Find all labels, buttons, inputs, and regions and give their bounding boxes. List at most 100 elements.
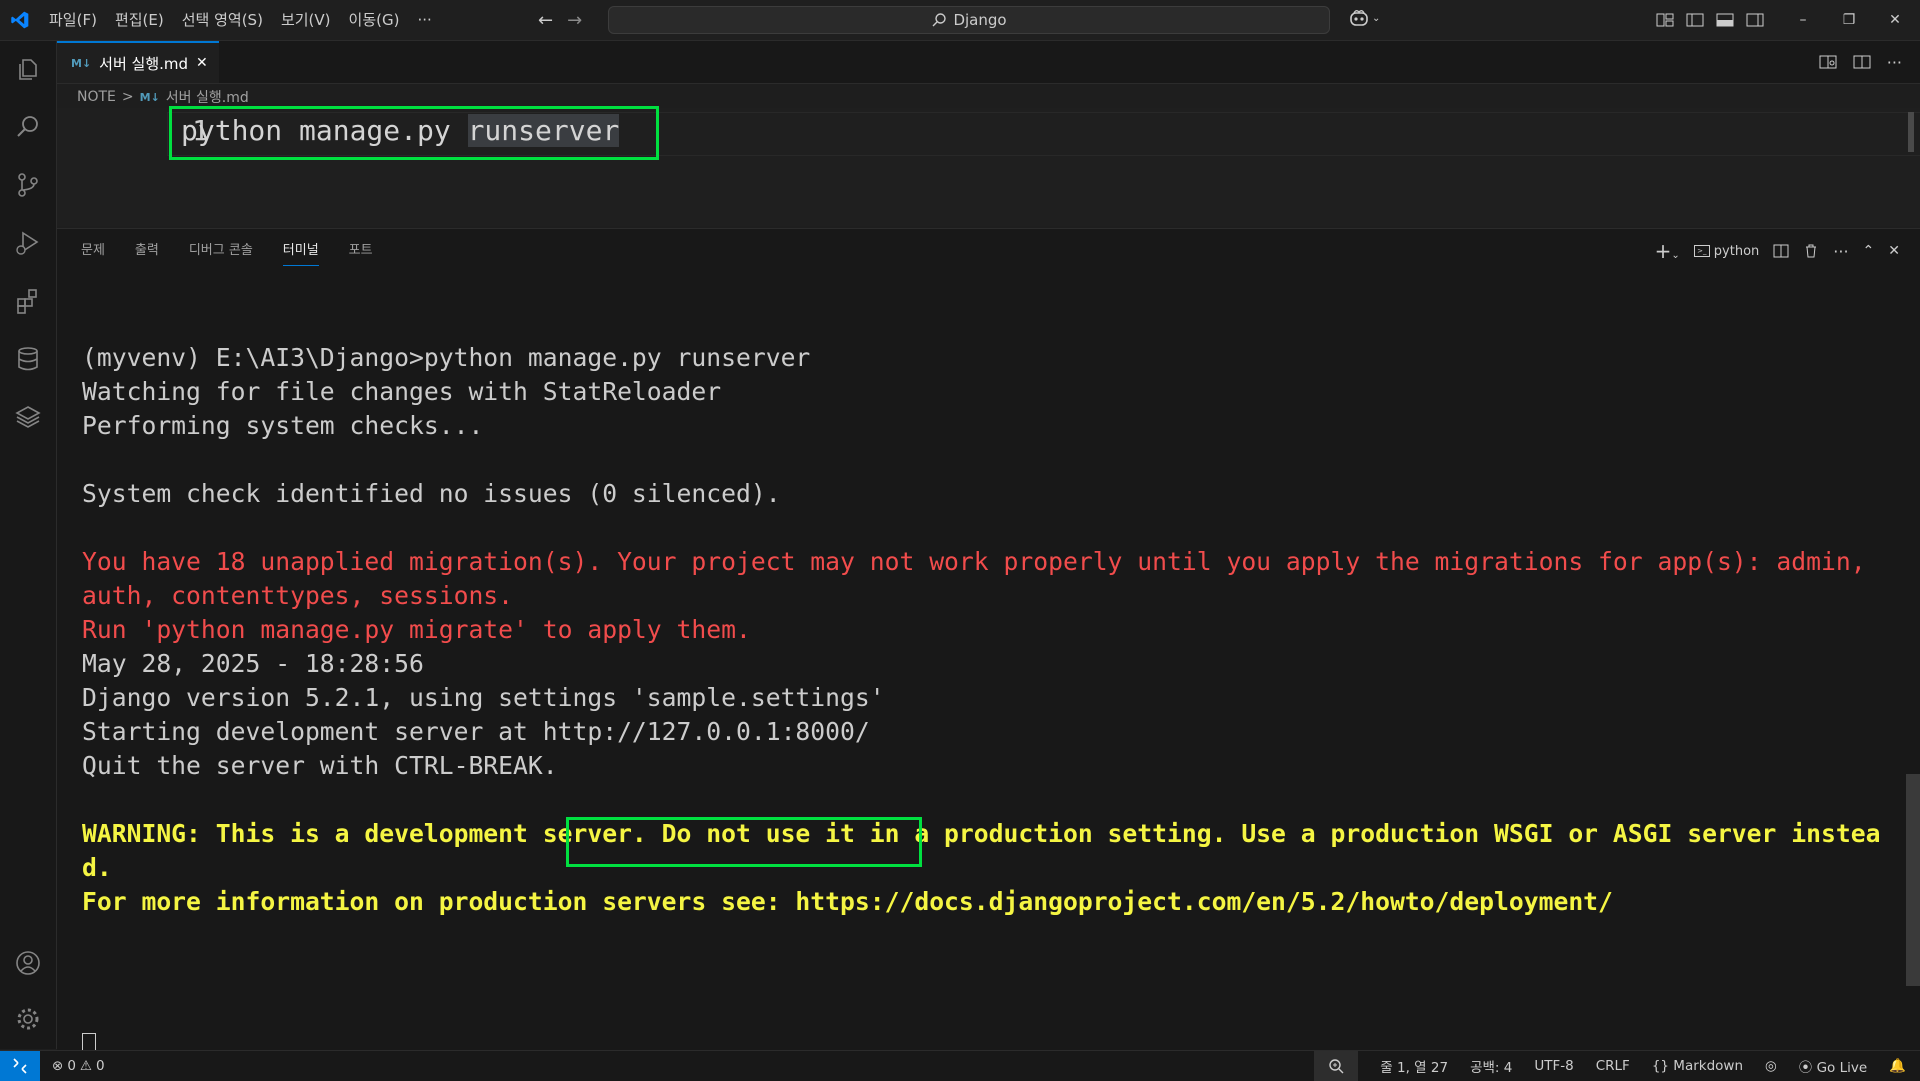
terminal-line-warning: You have 18 unapplied migration(s). Your… bbox=[82, 547, 1866, 576]
terminal-line-warning-bold: WARNING: This is a development server. D… bbox=[82, 819, 1881, 848]
tab-problems[interactable]: 문제 bbox=[81, 237, 105, 265]
menu-selection[interactable]: 선택 영역(S) bbox=[173, 0, 272, 40]
editor-actions: ··· bbox=[1819, 41, 1902, 83]
toggle-panel-icon[interactable] bbox=[1716, 12, 1734, 28]
more-actions-icon[interactable]: ··· bbox=[1833, 242, 1848, 261]
indentation[interactable]: 공백: 4 bbox=[1470, 1056, 1512, 1076]
terminal-line-warning-bold: For more information on production serve… bbox=[82, 887, 1613, 916]
editor-scrollbar[interactable] bbox=[1908, 112, 1914, 152]
run-debug-icon[interactable] bbox=[0, 215, 56, 271]
source-control-icon[interactable] bbox=[0, 157, 56, 213]
tab-output[interactable]: 출력 bbox=[135, 237, 159, 265]
terminal-output[interactable]: (myvenv) E:\AI3\Django>python manage.py … bbox=[82, 341, 1920, 1065]
terminal-line-warning: Run 'python manage.py migrate' to apply … bbox=[82, 615, 751, 644]
warning-icon: ⚠ bbox=[79, 1058, 93, 1074]
chevron-down-icon: ⌄ bbox=[1372, 12, 1381, 24]
problems-indicator[interactable]: ⊗ 0 ⚠ 0 bbox=[40, 1058, 105, 1074]
zoom-button[interactable] bbox=[1314, 1051, 1359, 1081]
extensions-icon[interactable] bbox=[0, 273, 56, 329]
title-bar: 파일(F) 편집(E) 선택 영역(S) 보기(V) 이동(G) ··· ← →… bbox=[0, 0, 1920, 41]
menu-view[interactable]: 보기(V) bbox=[272, 0, 340, 40]
go-live-label: Go Live bbox=[1816, 1060, 1868, 1076]
menu-go[interactable]: 이동(G) bbox=[340, 0, 409, 40]
language-label: Markdown bbox=[1673, 1058, 1744, 1074]
close-window-button[interactable]: ✕ bbox=[1872, 12, 1918, 28]
copilot-button[interactable]: ⌄ bbox=[1348, 8, 1380, 28]
encoding[interactable]: UTF-8 bbox=[1534, 1058, 1573, 1074]
tab-server-run-md[interactable]: M↓ 서버 실행.md ✕ bbox=[57, 41, 219, 83]
toggle-primary-sidebar-icon[interactable] bbox=[1686, 12, 1704, 28]
settings-gear-icon[interactable] bbox=[0, 991, 56, 1047]
database-icon[interactable] bbox=[0, 331, 56, 387]
tab-debug-console[interactable]: 디버그 콘솔 bbox=[189, 237, 253, 265]
markdown-file-icon: M↓ bbox=[139, 90, 160, 104]
zoom-icon bbox=[1329, 1059, 1344, 1074]
terminal-icon: >_ bbox=[1693, 245, 1710, 257]
command-center-search[interactable]: Django bbox=[608, 6, 1330, 34]
go-live-button[interactable]: ⦿ Go Live bbox=[1799, 1056, 1867, 1076]
copilot-status-icon[interactable]: ◎ bbox=[1765, 1058, 1777, 1074]
editor-tabs: M↓ 서버 실행.md ✕ ··· bbox=[57, 41, 1920, 84]
tab-terminal[interactable]: 터미널 bbox=[282, 237, 319, 266]
notifications-bell-icon[interactable]: 🔔 bbox=[1889, 1058, 1906, 1074]
terminal-line: (myvenv) E:\AI3\Django>python manage.py … bbox=[82, 343, 811, 372]
tab-label: 서버 실행.md bbox=[99, 54, 189, 73]
search-icon bbox=[932, 13, 947, 27]
cursor-position[interactable]: 줄 1, 열 27 bbox=[1380, 1056, 1448, 1076]
customize-layout-icon[interactable] bbox=[1656, 12, 1674, 28]
remote-icon bbox=[13, 1058, 27, 1074]
breadcrumb-folder[interactable]: NOTE bbox=[77, 89, 116, 105]
terminal-line-server-url: Starting development server at http://12… bbox=[82, 717, 870, 746]
search-icon[interactable] bbox=[0, 99, 56, 155]
menu-edit[interactable]: 편집(E) bbox=[106, 0, 173, 40]
tab-ports[interactable]: 포트 bbox=[349, 237, 373, 265]
back-arrow-icon[interactable]: ← bbox=[538, 10, 553, 31]
split-terminal-icon[interactable] bbox=[1773, 243, 1789, 259]
error-count: 0 bbox=[67, 1058, 76, 1074]
close-tab-icon[interactable]: ✕ bbox=[196, 55, 208, 71]
copilot-icon bbox=[1350, 10, 1368, 26]
new-terminal-button[interactable]: +⌄ bbox=[1655, 239, 1680, 263]
plus-icon: + bbox=[1654, 239, 1672, 263]
toggle-secondary-sidebar-icon[interactable] bbox=[1746, 12, 1764, 28]
layers-icon[interactable] bbox=[0, 389, 56, 445]
terminal-selector[interactable]: >_ python bbox=[1693, 243, 1760, 259]
broadcast-icon: ⦿ bbox=[1798, 1060, 1813, 1076]
breadcrumb-separator: > bbox=[121, 89, 134, 105]
command-highlight-box bbox=[169, 106, 659, 160]
menu-file[interactable]: 파일(F) bbox=[40, 0, 106, 40]
terminal-scrollbar[interactable] bbox=[1906, 774, 1920, 986]
search-text: Django bbox=[953, 11, 1007, 29]
editor-area[interactable]: 1 python manage.py runserver bbox=[57, 106, 1920, 226]
language-mode[interactable]: {} Markdown bbox=[1652, 1058, 1743, 1074]
markdown-file-icon: M↓ bbox=[71, 56, 92, 70]
split-editor-icon[interactable] bbox=[1853, 54, 1871, 70]
terminal-name: python bbox=[1713, 243, 1760, 259]
account-icon[interactable] bbox=[0, 935, 56, 991]
maximize-panel-icon[interactable]: ⌃ bbox=[1863, 243, 1875, 259]
terminal-line: Watching for file changes with StatReloa… bbox=[82, 377, 722, 406]
vscode-logo-icon bbox=[0, 0, 40, 40]
panel-tabs: 문제 출력 디버그 콘솔 터미널 포트 bbox=[81, 237, 373, 266]
bottom-panel: 문제 출력 디버그 콘솔 터미널 포트 +⌄ >_ python ··· ⌃ ✕… bbox=[57, 228, 1920, 1065]
forward-arrow-icon[interactable]: → bbox=[567, 10, 582, 31]
breadcrumb-file[interactable]: 서버 실행.md bbox=[166, 87, 249, 107]
open-preview-icon[interactable] bbox=[1819, 54, 1837, 70]
restore-button[interactable]: ❐ bbox=[1826, 12, 1872, 28]
end-of-line[interactable]: CRLF bbox=[1596, 1058, 1630, 1074]
terminal-line: May 28, 2025 - 18:28:56 bbox=[82, 649, 424, 678]
kill-terminal-trash-icon[interactable] bbox=[1803, 243, 1819, 259]
terminal-line-warning: auth, contenttypes, sessions. bbox=[82, 581, 514, 610]
explorer-icon[interactable] bbox=[0, 41, 56, 97]
menu-more[interactable]: ··· bbox=[408, 0, 440, 40]
terminal-line: Performing system checks... bbox=[82, 411, 484, 440]
server-url-highlight-box bbox=[566, 817, 922, 867]
minimize-button[interactable]: – bbox=[1780, 12, 1826, 28]
warning-count: 0 bbox=[96, 1058, 105, 1074]
remote-indicator[interactable] bbox=[0, 1051, 40, 1081]
terminal-line: Django version 5.2.1, using settings 'sa… bbox=[82, 683, 885, 712]
more-actions-icon[interactable]: ··· bbox=[1887, 53, 1902, 72]
terminal-line: System check identified no issues (0 sil… bbox=[82, 479, 781, 508]
close-panel-icon[interactable]: ✕ bbox=[1888, 243, 1900, 259]
